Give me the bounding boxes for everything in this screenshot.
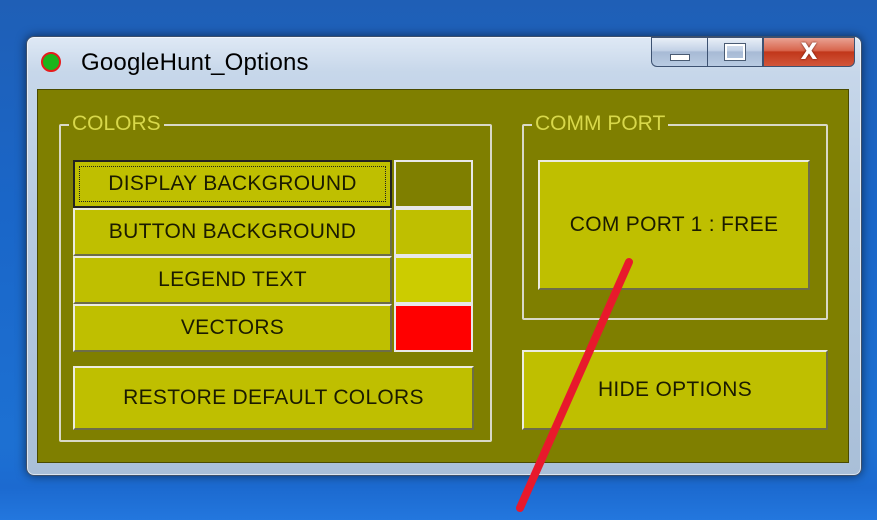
hide-options-button[interactable]: HIDE OPTIONS xyxy=(522,350,828,430)
vectors-swatch[interactable] xyxy=(394,304,473,352)
vectors-label: VECTORS xyxy=(180,316,285,339)
restore-default-colors-label: RESTORE DEFAULT COLORS xyxy=(123,386,424,409)
window-title: GoogleHunt_Options xyxy=(81,49,309,76)
hide-options-label: HIDE OPTIONS xyxy=(597,378,753,401)
close-button[interactable]: X xyxy=(763,37,855,67)
maximize-icon xyxy=(724,43,746,61)
title-bar[interactable]: GoogleHunt_Options X xyxy=(27,37,861,89)
minimize-button[interactable] xyxy=(651,37,707,67)
focus-rectangle xyxy=(79,166,386,202)
legend-text-swatch[interactable] xyxy=(394,256,473,304)
close-icon: X xyxy=(800,39,818,65)
options-window: GoogleHunt_Options X COLORS DISPLAY BACK… xyxy=(26,36,862,476)
restore-default-colors-button[interactable]: RESTORE DEFAULT COLORS xyxy=(73,366,474,430)
legend-text-label: LEGEND TEXT xyxy=(158,268,307,291)
display-background-button[interactable]: DISPLAY BACKGROUND xyxy=(73,160,392,208)
button-background-label: BUTTON BACKGROUND xyxy=(108,220,357,243)
comm-port-group-label: COMM PORT xyxy=(532,112,669,136)
colors-groupbox: COLORS DISPLAY BACKGROUND BUTTON BACKGRO… xyxy=(59,112,492,442)
options-client-area: COLORS DISPLAY BACKGROUND BUTTON BACKGRO… xyxy=(37,89,849,463)
app-icon xyxy=(41,52,61,72)
colors-group-label: COLORS xyxy=(69,112,164,136)
button-background-button[interactable]: BUTTON BACKGROUND xyxy=(73,208,392,256)
maximize-button[interactable] xyxy=(707,37,763,67)
minimize-icon xyxy=(669,53,690,61)
com-port-button[interactable]: COM PORT 1 : FREE xyxy=(538,160,810,290)
legend-text-button[interactable]: LEGEND TEXT xyxy=(73,256,392,304)
button-background-swatch[interactable] xyxy=(394,208,473,256)
com-port-label: COM PORT 1 : FREE xyxy=(569,213,779,236)
display-background-swatch[interactable] xyxy=(394,160,473,208)
window-controls: X xyxy=(651,37,855,69)
comm-port-groupbox: COMM PORT COM PORT 1 : FREE xyxy=(522,112,828,320)
vectors-button[interactable]: VECTORS xyxy=(73,304,392,352)
